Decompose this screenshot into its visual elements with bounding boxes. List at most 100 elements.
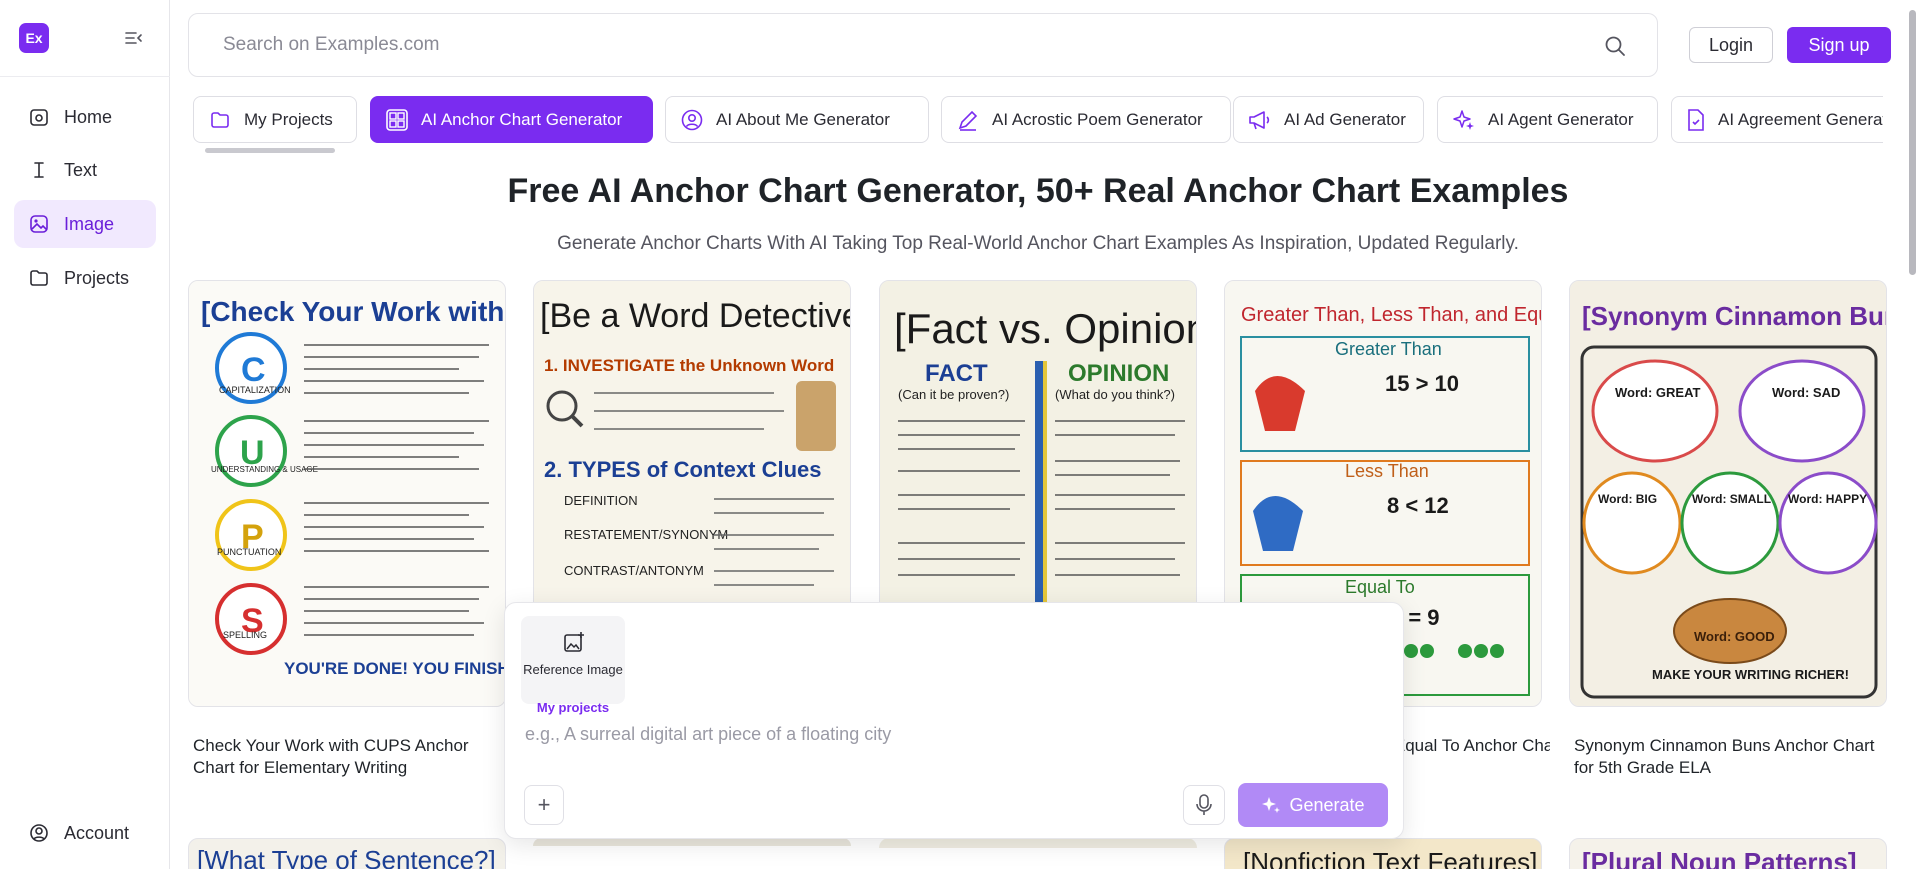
tabs-scrollbar[interactable] <box>205 148 335 153</box>
tab-label: My Projects <box>244 109 333 129</box>
card-image-item: CONTRAST/ANTONYM <box>564 563 704 578</box>
sidebar-item-label: Image <box>64 213 115 234</box>
image-add-icon <box>563 631 585 653</box>
sidebar: Ex Home Text Image Projects Account <box>0 0 170 869</box>
sidebar-item-account[interactable]: Account <box>14 809 156 857</box>
logo[interactable]: Ex <box>19 23 49 53</box>
microphone-button[interactable] <box>1183 785 1225 825</box>
card-image-bun: Word: GOOD <box>1694 629 1775 644</box>
card-image-letter: C <box>241 351 266 389</box>
user-circle-icon <box>680 108 704 132</box>
home-icon <box>28 106 50 128</box>
tab-ai-acrostic-poem-generator[interactable]: AI Acrostic Poem Generator <box>941 96 1231 143</box>
card-image-section: Less Than <box>1345 461 1429 481</box>
text-cursor-icon <box>28 159 50 181</box>
tab-ai-ad-generator[interactable]: AI Ad Generator <box>1233 96 1424 143</box>
card-image-bun: Word: SAD <box>1772 385 1840 400</box>
sparkles-icon <box>1452 108 1476 132</box>
tab-ai-anchor-chart-generator[interactable]: AI Anchor Chart Generator <box>370 96 653 143</box>
user-circle-icon <box>28 822 50 844</box>
page-subtitle: Generate Anchor Charts With AI Taking To… <box>557 233 1519 254</box>
generate-button[interactable]: Generate <box>1238 783 1388 827</box>
sidebar-divider <box>0 76 170 77</box>
tab-my-projects[interactable]: My Projects <box>193 96 357 143</box>
card-image-bun: Word: SMALL <box>1692 492 1771 506</box>
folder-icon <box>28 267 50 289</box>
example-card-image[interactable] <box>879 838 1197 848</box>
sidebar-item-label: Account <box>64 822 130 843</box>
card-image-column-sub: (What do you think?) <box>1055 387 1175 402</box>
sidebar-item-label: Text <box>64 159 98 180</box>
card-image-heading: [Check Your Work with CUPS] <box>201 296 506 327</box>
tab-ai-agent-generator[interactable]: AI Agent Generator <box>1437 96 1658 143</box>
card-image-item: RESTATEMENT/SYNONYM <box>564 527 728 542</box>
card-image-bun: Word: BIG <box>1598 492 1657 506</box>
card-caption[interactable]: Check Your Work with CUPS Anchor Chart f… <box>193 735 513 779</box>
example-card-image[interactable]: [What Type of Sentence?] <box>188 838 506 869</box>
card-caption[interactable]: Synonym Cinnamon Buns Anchor Chart for 5… <box>1574 735 1894 779</box>
prompt-input[interactable] <box>525 718 1385 750</box>
card-image-bun: Word: HAPPY <box>1788 492 1867 506</box>
card-image-example: 15 > 10 <box>1385 371 1459 396</box>
reference-image-button[interactable]: Reference Image My projects <box>521 616 625 715</box>
tab-label: AI Acrostic Poem Generator <box>992 109 1203 129</box>
pen-icon <box>956 108 980 132</box>
microphone-icon <box>1196 794 1212 815</box>
card-image-column-sub: (Can it be proven?) <box>898 387 1009 402</box>
example-card-image[interactable] <box>533 838 851 846</box>
card-image-heading: [Be a Word Detective] <box>540 297 851 335</box>
generate-label: Generate <box>1289 794 1365 815</box>
card-image-column-label: FACT <box>925 360 988 387</box>
card-image-heading: [Plural Noun Patterns] <box>1582 847 1857 869</box>
search-bar[interactable]: Search on Examples.com <box>188 13 1658 77</box>
card-image-footer: MAKE YOUR WRITING RICHER! <box>1652 667 1849 682</box>
card-image-heading: [Synonym Cinnamon Buns] <box>1582 301 1887 331</box>
card-image-line: 2. TYPES of Context Clues <box>544 457 822 482</box>
card-image-section: Greater Than <box>1335 339 1442 359</box>
card-caption-partial[interactable]: Greater Than, Less Than, and Equal To An… <box>1390 735 1550 757</box>
category-tabs: My Projects AI Anchor Chart Generator AI… <box>193 96 1883 144</box>
sidebar-item-image[interactable]: Image <box>14 200 156 248</box>
tab-label: AI Ad Generator <box>1284 109 1406 129</box>
card-image-word: SPELLING <box>223 630 267 640</box>
my-projects-link[interactable]: My projects <box>521 700 625 715</box>
login-button[interactable]: Login <box>1689 27 1773 63</box>
tab-ai-agreement-generator[interactable]: AI Agreement Generator <box>1671 96 1883 143</box>
tab-label: AI Anchor Chart Generator <box>421 109 623 129</box>
tab-label: AI Agreement Generator <box>1718 109 1883 129</box>
example-card-image[interactable]: [Check Your Work with CUPS] C CAPITALIZA… <box>188 280 506 707</box>
example-card-image[interactable]: [Plural Noun Patterns] <box>1569 838 1887 869</box>
card-image-word: UNDERSTANDING & USAGE <box>211 465 318 474</box>
prompt-panel: Reference Image My projects + Generate <box>504 602 1404 839</box>
sidebar-item-text[interactable]: Text <box>14 146 156 194</box>
card-image-item: DEFINITION <box>564 493 638 508</box>
document-check-icon <box>1686 108 1706 132</box>
sidebar-item-home[interactable]: Home <box>14 93 156 141</box>
tab-label: AI About Me Generator <box>716 109 890 129</box>
collapse-sidebar-icon[interactable] <box>124 28 144 48</box>
signup-button[interactable]: Sign up <box>1787 27 1891 63</box>
image-icon <box>28 213 50 235</box>
sidebar-item-label: Home <box>64 106 113 127</box>
tab-ai-about-me-generator[interactable]: AI About Me Generator <box>665 96 929 143</box>
reference-image-label: Reference Image <box>523 662 623 677</box>
add-attachment-button[interactable]: + <box>524 785 564 825</box>
synonym-buns-chart-image: [Synonym Cinnamon Buns] Word: GREAT Word… <box>1570 281 1887 706</box>
card-image-line: 1. INVESTIGATE the Unknown Word <box>544 356 834 375</box>
layout-grid-icon <box>385 108 409 132</box>
page-title: Free AI Anchor Chart Generator, 50+ Real… <box>507 172 1569 210</box>
card-image-heading: [What Type of Sentence?] <box>197 845 496 869</box>
card-image-word: PUNCTUATION <box>217 547 281 557</box>
example-card-image[interactable]: [Nonfiction Text Features] <box>1224 838 1542 869</box>
page-scrollbar[interactable] <box>1909 10 1916 275</box>
cups-chart-image: [Check Your Work with CUPS] C CAPITALIZA… <box>189 281 506 706</box>
search-icon[interactable] <box>1603 34 1627 58</box>
search-input[interactable]: Search on Examples.com <box>223 34 440 56</box>
example-card-image[interactable]: [Synonym Cinnamon Buns] Word: GREAT Word… <box>1569 280 1887 707</box>
card-image-heading: Greater Than, Less Than, and Equal To <box>1241 304 1542 326</box>
card-image-heading: [Fact vs. Opinion] <box>894 305 1197 352</box>
card-image-word: CAPITALIZATION <box>219 385 291 395</box>
sidebar-item-projects[interactable]: Projects <box>14 254 156 302</box>
sidebar-item-label: Projects <box>64 267 130 288</box>
card-image-bun: Word: GREAT <box>1615 385 1701 400</box>
